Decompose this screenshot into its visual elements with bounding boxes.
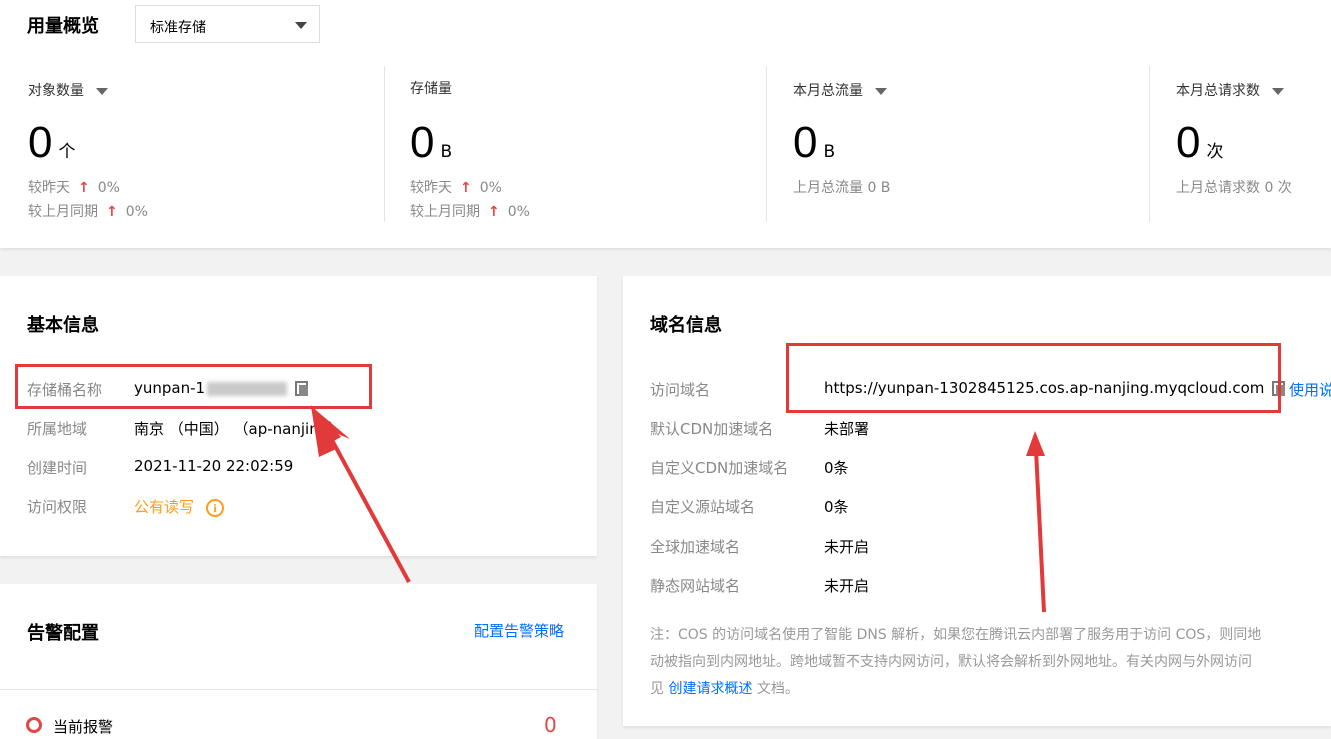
- compare-value: 0%: [479, 180, 502, 196]
- usage-guide-link[interactable]: 使用说: [1289, 379, 1331, 400]
- info-icon[interactable]: i: [206, 498, 225, 517]
- domain-info-title: 域名信息: [650, 315, 722, 336]
- stat-compare-last-month: 较上月同期 ↑ 0%: [28, 201, 148, 221]
- stat-label: 存储量: [410, 81, 452, 97]
- note-line: 见 创建请求概述 文档。: [650, 676, 1331, 703]
- stat-compare-yesterday: 较昨天 ↑ 0%: [410, 177, 502, 197]
- divider: [766, 66, 767, 222]
- stat-label: 本月总流量: [793, 83, 863, 99]
- custom-origin-domain-label: 自定义源站域名: [650, 498, 756, 516]
- annotation-box-access-domain: [786, 343, 1281, 413]
- dns-note: 注：COS 的访问域名使用了智能 DNS 解析，如果您在腾讯云内部署了服务用于访…: [650, 622, 1331, 703]
- stat-value: 0: [410, 118, 435, 167]
- chevron-down-icon: [875, 87, 887, 95]
- stat-unit: B: [823, 142, 836, 162]
- storage-type-select[interactable]: 标准存储: [135, 5, 320, 43]
- region-value: 南京 （中国） （ap-nanjing）: [134, 420, 344, 438]
- static-website-domain-value: 未开启: [824, 577, 870, 595]
- stat-value: 0: [793, 118, 818, 167]
- compare-label: 较昨天: [410, 180, 452, 196]
- arrow-up-icon: ↑: [78, 180, 90, 196]
- stat-unit: 次: [1206, 142, 1224, 162]
- note-line: 注：COS 的访问域名使用了智能 DNS 解析，如果您在腾讯云内部署了服务用于访…: [650, 627, 1262, 643]
- stat-last-month-requests: 上月总请求数 0 次: [1176, 180, 1292, 196]
- alarm-config-title: 告警配置: [27, 623, 99, 644]
- usage-overview-title: 用量概览: [27, 16, 99, 37]
- usage-overview-panel: 用量概览 标准存储 对象数量 0个 较昨天 ↑ 0% 较上月同期 ↑ 0% 存储量 0B…: [0, 0, 1331, 248]
- region-label: 所属地域: [27, 420, 88, 438]
- created-time-value: 2021-11-20 22:02:59: [134, 457, 294, 475]
- current-alarm-label: 当前报警: [53, 718, 114, 736]
- compare-value: 0%: [507, 204, 530, 220]
- stat-compare-yesterday: 较昨天 ↑ 0%: [28, 177, 120, 197]
- stat-label-dropdown[interactable]: 对象数量: [28, 80, 108, 100]
- custom-origin-domain-value: 0条: [824, 498, 849, 516]
- annotation-box-bucket-name: [15, 364, 372, 409]
- arrow-up-icon: ↑: [106, 204, 118, 220]
- chevron-down-icon: [295, 22, 307, 29]
- alarm-status-icon: [26, 717, 42, 733]
- stat-unit: 个: [58, 142, 76, 162]
- access-domain-label: 访问域名: [650, 381, 711, 399]
- stat-compare-last-month: 较上月同期 ↑ 0%: [410, 201, 530, 221]
- chevron-down-icon: [96, 87, 108, 95]
- access-permission-label: 访问权限: [27, 498, 88, 516]
- custom-cdn-domain-label: 自定义CDN加速域名: [650, 459, 789, 477]
- chevron-down-icon: [1272, 87, 1284, 95]
- stat-label-dropdown[interactable]: 本月总流量: [793, 80, 887, 100]
- divider: [0, 689, 597, 690]
- compare-value: 0%: [97, 180, 120, 196]
- divider: [1149, 66, 1150, 222]
- stat-label: 本月总请求数: [1176, 83, 1260, 99]
- compare-label: 较上月同期: [410, 204, 480, 220]
- note-text: 见: [650, 681, 669, 697]
- compare-value: 0%: [125, 204, 148, 220]
- default-cdn-domain-value: 未部署: [824, 420, 870, 438]
- custom-cdn-domain-value: 0条: [824, 459, 849, 477]
- global-acceleration-domain-value: 未开启: [824, 538, 870, 556]
- divider: [384, 66, 385, 222]
- created-time-label: 创建时间: [27, 459, 88, 477]
- default-cdn-domain-label: 默认CDN加速域名: [650, 420, 774, 438]
- compare-label: 较昨天: [28, 180, 70, 196]
- static-website-domain-label: 静态网站域名: [650, 577, 741, 595]
- access-permission-value: 公有读写 i: [134, 496, 225, 517]
- stat-label: 对象数量: [28, 83, 84, 99]
- configure-alarm-policy-link[interactable]: 配置告警策略: [474, 620, 564, 641]
- note-line: 动被指向到内网地址。跨地域暂不支持内网访问，默认将会解析到外网地址。有关内网与外…: [650, 654, 1252, 670]
- create-request-overview-link[interactable]: 创建请求概述: [668, 681, 752, 697]
- arrow-up-icon: ↑: [488, 204, 500, 220]
- current-alarm-count[interactable]: 0: [544, 713, 557, 737]
- arrow-up-icon: ↑: [460, 180, 472, 196]
- stat-unit: B: [440, 142, 453, 162]
- storage-type-value: 标准存储: [150, 20, 206, 36]
- note-text: 文档。: [752, 681, 799, 697]
- global-acceleration-domain-label: 全球加速域名: [650, 538, 741, 556]
- stat-value: 0: [28, 118, 53, 167]
- stat-value: 0: [1176, 118, 1201, 167]
- access-permission-text: 公有读写: [134, 498, 195, 516]
- compare-label: 较上月同期: [28, 204, 98, 220]
- basic-info-title: 基本信息: [27, 315, 99, 336]
- stat-label-dropdown[interactable]: 本月总请求数: [1176, 80, 1284, 100]
- stat-last-month-traffic: 上月总流量 0 B: [793, 180, 891, 196]
